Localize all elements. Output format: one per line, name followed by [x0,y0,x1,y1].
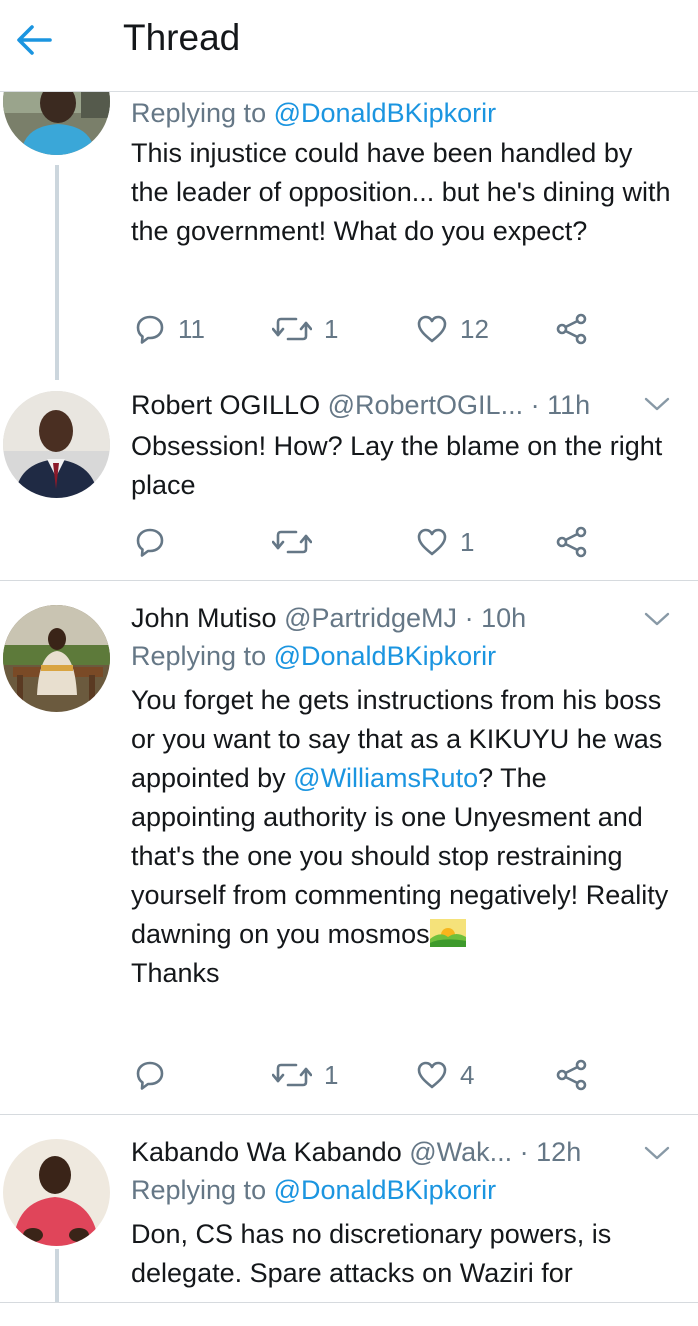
retweet-count: 1 [324,1059,339,1090]
reply-button[interactable] [134,1055,166,1095]
tweet-meta: Robert OGILLO @RobertOGIL... · 11h [131,389,671,421]
retweet-icon [272,313,312,345]
like-icon [416,526,448,558]
page-title: Thread [123,17,241,58]
thread-line [55,1249,59,1302]
app-header: Thread [0,0,698,92]
reply-icon [134,526,166,558]
like-count: 1 [460,526,475,557]
retweet-count: 1 [324,313,339,344]
reply-button[interactable]: 11 [134,309,205,349]
like-icon [416,313,448,345]
like-button[interactable]: 4 [416,1055,474,1095]
like-icon [416,1059,448,1091]
replying-to: Replying to @DonaldBKipkorir [131,93,671,133]
share-button[interactable] [555,1055,591,1095]
like-count: 12 [460,313,489,344]
user-handle[interactable]: @Wak... [409,1137,512,1167]
reply-button[interactable] [134,522,166,562]
bottom-edge [0,1302,698,1326]
retweet-button[interactable] [272,522,312,562]
replying-label: Replying to [131,641,274,671]
like-button[interactable]: 12 [416,309,489,349]
replying-label: Replying to [131,98,274,128]
replying-to: Replying to @DonaldBKipkorir [131,1170,671,1210]
replying-mention-link[interactable]: @DonaldBKipkorir [274,641,497,671]
like-count: 4 [460,1059,475,1090]
tweet-time: · 11h [530,390,591,420]
retweet-button[interactable]: 1 [272,1055,338,1095]
reply-icon [134,1059,166,1091]
reply-count: 11 [178,313,205,344]
replying-mention-link[interactable]: @DonaldBKipkorir [274,1175,497,1205]
back-button[interactable] [14,20,54,60]
tweet-text: Don, CS has no discretionary powers, is … [131,1219,612,1288]
chevron-down-icon[interactable] [642,394,672,414]
share-icon [555,313,591,345]
tweet-text: Obsession! How? Lay the blame on the rig… [131,431,663,500]
thread-line [55,165,59,387]
replying-mention-link[interactable]: @DonaldBKipkorir [274,98,497,128]
display-name[interactable]: Robert OGILLO [131,390,320,420]
retweet-button[interactable]: 1 [272,309,338,349]
share-button[interactable] [555,309,591,349]
display-name[interactable]: Kabando Wa Kabando [131,1137,402,1167]
sunrise-emoji [429,919,466,947]
mention-link[interactable]: @WilliamsRuto [293,763,478,793]
avatar[interactable] [3,605,110,712]
share-button[interactable] [555,522,591,562]
retweet-icon [272,526,312,558]
retweet-icon [272,1059,312,1091]
user-handle[interactable]: @RobertOGIL... [328,390,523,420]
tweet-time: · 10h [464,603,527,633]
tweet-meta: Kabando Wa Kabando @Wak... · 12h [131,1136,671,1168]
tweet-text-part: Thanks [131,958,220,988]
tweet-actions: 1 [131,522,611,562]
tweet[interactable]: Kabando Wa Kabando @Wak... · 12h Replyin… [0,1115,698,1302]
like-button[interactable]: 1 [416,522,474,562]
tweet-text: You forget he gets instructions from his… [131,681,671,993]
tweet-meta: John Mutiso @PartridgeMJ · 10h [131,602,671,634]
chevron-down-icon[interactable] [642,609,672,629]
tweet[interactable]: Robert OGILLO @RobertOGIL... · 11h Obses… [0,380,698,580]
tweet-time: · 12h [519,1137,582,1167]
display-name[interactable]: John Mutiso [131,603,277,633]
tweet[interactable]: Replying to @DonaldBKipkorir This injust… [0,48,698,387]
tweet-text: This injustice could have been handled b… [131,138,671,246]
tweet-actions: 1 4 [131,1055,611,1095]
back-arrow-icon [17,25,52,55]
avatar[interactable] [3,1139,110,1246]
replying-label: Replying to [131,1175,274,1205]
reply-icon [134,313,166,345]
tweet[interactable]: John Mutiso @PartridgeMJ · 10h Replying … [0,581,698,1114]
user-handle[interactable]: @PartridgeMJ [284,603,457,633]
avatar[interactable] [3,391,110,498]
chevron-down-icon[interactable] [642,1143,672,1163]
share-icon [555,1059,591,1091]
replying-to: Replying to @DonaldBKipkorir [131,636,671,676]
tweet-actions: 11 1 12 [131,309,611,349]
share-icon [555,526,591,558]
